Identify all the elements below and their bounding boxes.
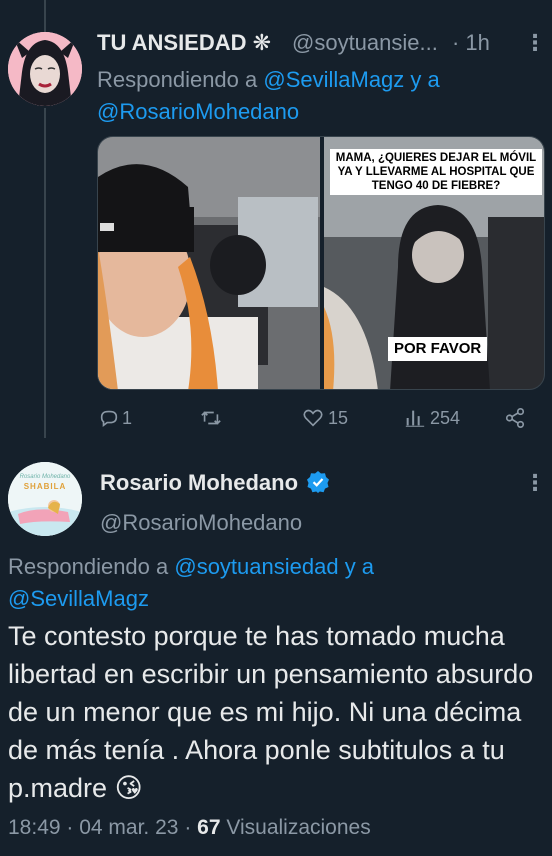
replying-to: Respondiendo a @SevillaMagz y a @Rosario…	[97, 67, 440, 124]
mention-link[interactable]: @SevillaMagz	[8, 586, 149, 611]
views-count: 67	[197, 816, 221, 839]
tweet-media[interactable]: MAMA, ¿QUIERES DEJAR EL MÓVIL YA Y LLEVA…	[97, 136, 545, 390]
thread-line-top	[44, 0, 46, 32]
verified-badge-icon	[307, 471, 330, 493]
more-options-icon[interactable]: ⋮	[524, 470, 547, 496]
thread-line	[44, 108, 46, 438]
replying-to: Respondiendo a @soytuansiedad y a @Sevil…	[8, 554, 375, 611]
mention-link[interactable]: @RosarioMohedano	[97, 99, 299, 124]
display-name[interactable]: TU ANSIEDAD ❋	[97, 30, 271, 56]
share-icon	[505, 408, 525, 428]
views-button[interactable]: 254	[404, 403, 460, 433]
handle[interactable]: @soytuansie... · 1h	[292, 30, 490, 56]
views-label: Visualizaciones	[226, 816, 371, 839]
handle[interactable]: @RosarioMohedano	[100, 510, 302, 536]
avatar-brand: SHABILA	[23, 482, 67, 491]
heart-icon	[303, 409, 323, 427]
kiss-emoji: 😘	[114, 773, 143, 803]
maleficent-avatar-image	[8, 32, 82, 106]
avatar-caption: Rosario Mohedano	[19, 474, 71, 480]
tweet-time[interactable]: 18:49	[8, 816, 61, 839]
meme-caption-bottom: POR FAVOR	[388, 337, 488, 361]
tweet-text: Te contesto porque te has tomado mucha l…	[8, 621, 534, 803]
more-options-icon[interactable]: ⋮	[524, 30, 547, 56]
retweet-icon	[201, 411, 221, 425]
tweet-meta: 18:49 · 04 mar. 23 · 67 Visualizaciones	[8, 816, 371, 839]
views-chart-icon	[405, 410, 425, 427]
retweet-button[interactable]	[200, 403, 222, 433]
display-name[interactable]: Rosario Mohedano	[100, 470, 330, 496]
reply-icon	[100, 410, 118, 427]
reply-button[interactable]: 1	[98, 403, 132, 433]
mention-link[interactable]: @SevillaMagz	[263, 67, 404, 92]
share-button[interactable]	[504, 403, 526, 433]
like-button[interactable]: 15	[302, 403, 348, 433]
badge-emoji: ❋	[252, 30, 272, 55]
avatar[interactable]: Rosario Mohedano SHABILA	[8, 462, 82, 536]
meme-caption-top: MAMA, ¿QUIERES DEJAR EL MÓVIL YA Y LLEVA…	[330, 149, 542, 195]
avatar[interactable]	[8, 32, 82, 106]
mention-link[interactable]: @soytuansiedad	[174, 554, 338, 579]
timestamp: · 1h	[451, 30, 490, 55]
tweet-date[interactable]: 04 mar. 23	[79, 816, 178, 839]
